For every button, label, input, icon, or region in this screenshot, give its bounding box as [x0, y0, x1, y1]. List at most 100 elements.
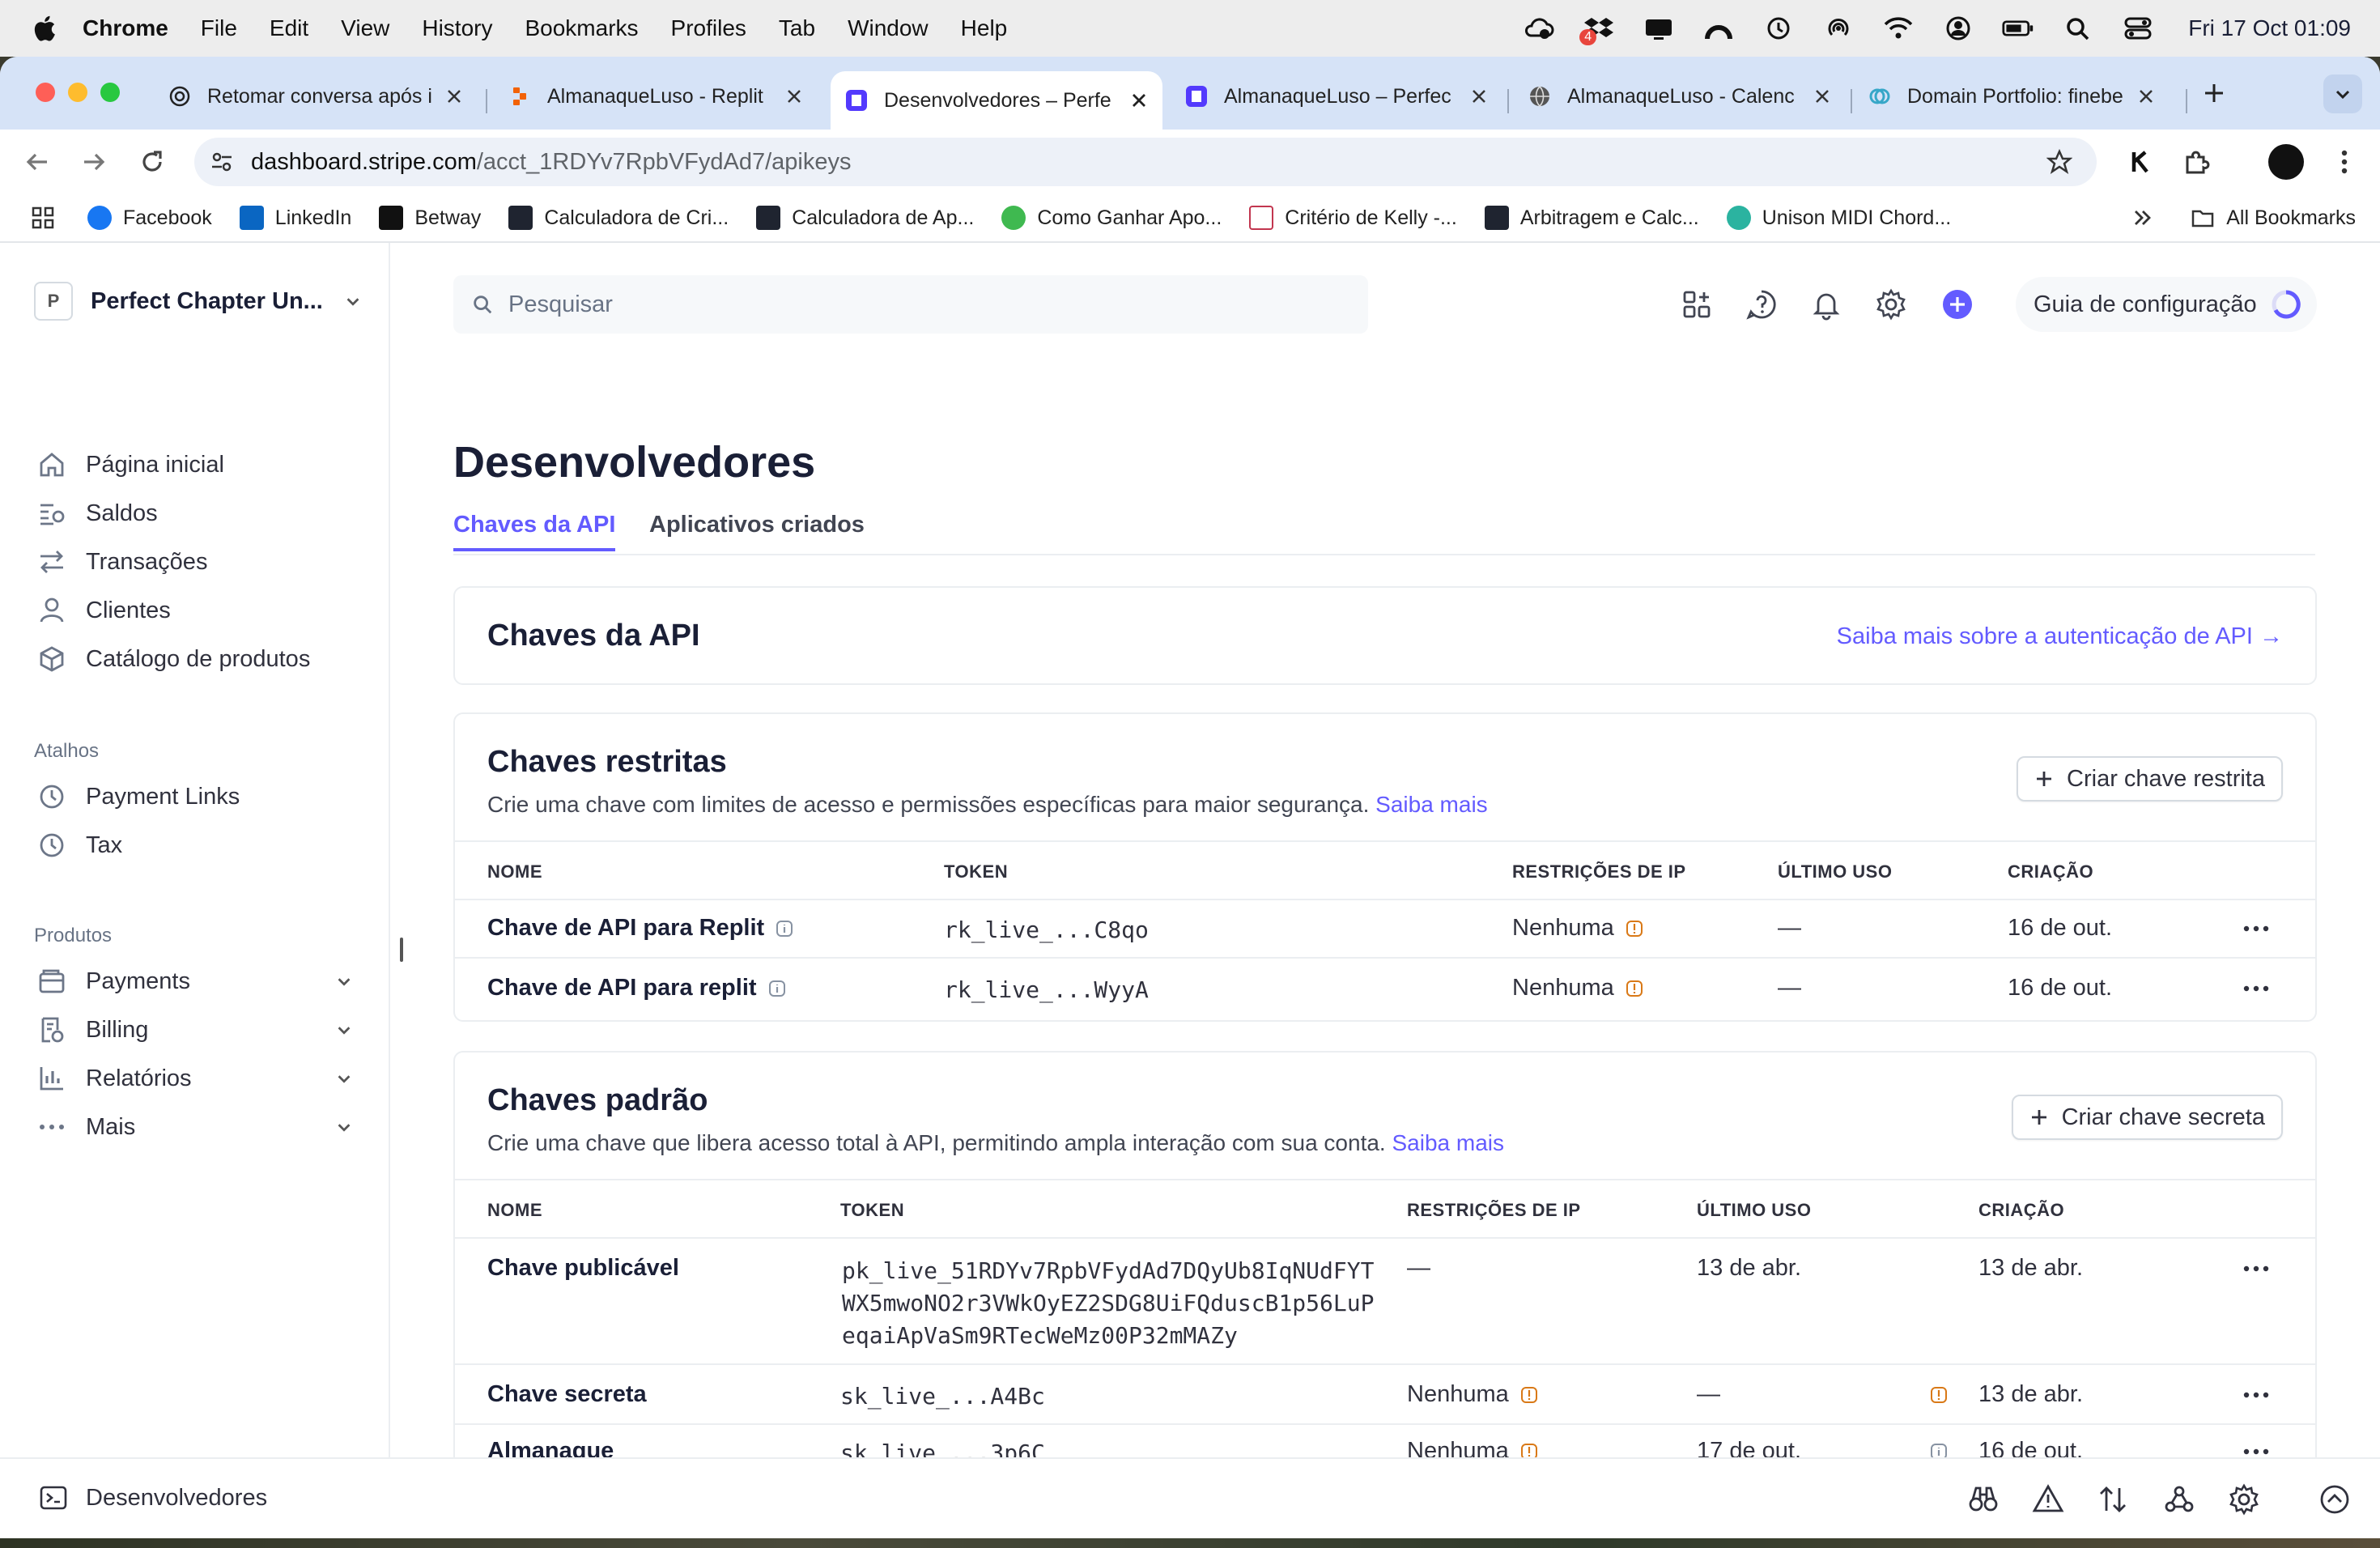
apps-grid-icon[interactable] — [31, 206, 55, 230]
create-secret-key-button[interactable]: Criar chave secreta — [2011, 1095, 2283, 1140]
reload-icon[interactable] — [136, 146, 168, 178]
sidebar-item-reports[interactable]: Relatórios — [37, 1064, 353, 1093]
menu-bar-clock[interactable]: Fri 17 Oct 01:09 — [2188, 15, 2351, 41]
tab-api-keys[interactable]: Chaves da API — [453, 512, 616, 551]
bell-icon[interactable] — [1810, 288, 1842, 321]
zoom-window-button[interactable] — [100, 83, 120, 102]
gear-icon[interactable] — [2228, 1483, 2260, 1516]
more-vertical-icon[interactable] — [2328, 146, 2361, 178]
warning-info-icon[interactable] — [1520, 1386, 1538, 1404]
kagi-extension-icon[interactable] — [2124, 146, 2157, 178]
webhooks-icon[interactable] — [2163, 1483, 2195, 1516]
menu-history[interactable]: History — [422, 15, 492, 41]
close-tab-icon[interactable] — [2137, 87, 2155, 105]
control-center-icon[interactable] — [2122, 15, 2154, 42]
bookmark-criterio-kelly[interactable]: Critério de Kelly -... — [1249, 206, 1457, 230]
sidebar-item-payment-links[interactable]: Payment Links — [37, 782, 353, 811]
new-tab-icon[interactable] — [2202, 81, 2226, 105]
bookmark-unison[interactable]: Unison MIDI Chord... — [1726, 206, 1951, 230]
sidebar-item-more[interactable]: Mais — [37, 1112, 353, 1142]
sidebar-item-customers[interactable]: Clientes — [37, 596, 353, 625]
menu-bookmarks[interactable]: Bookmarks — [525, 15, 638, 41]
tab-calendar[interactable]: AlmanaqueLuso - Calenc — [1514, 71, 1846, 121]
display-icon[interactable] — [1643, 15, 1675, 42]
site-settings-icon[interactable] — [209, 149, 235, 175]
dropbox-status[interactable]: 4 — [1579, 15, 1615, 45]
info-icon[interactable] — [768, 980, 786, 997]
forward-icon[interactable] — [78, 146, 110, 178]
bookmark-como-ganhar[interactable]: Como Ganhar Apo... — [1001, 206, 1222, 230]
inspect-binoculars-icon[interactable] — [1967, 1483, 2000, 1516]
menu-tab[interactable]: Tab — [779, 15, 815, 41]
more-horizontal-icon[interactable] — [2242, 1391, 2270, 1399]
account-switcher[interactable]: P Perfect Chapter Un... — [34, 282, 362, 321]
bookmark-linkedin[interactable]: LinkedIn — [239, 206, 351, 230]
tab-replit[interactable]: AlmanaqueLuso - Replit — [494, 71, 818, 121]
warning-info-icon[interactable] — [1930, 1386, 1948, 1404]
more-horizontal-icon[interactable] — [2242, 1448, 2270, 1456]
table-row[interactable]: Chave de API para Replit rk_live_...C8qo… — [455, 899, 2315, 959]
create-restricted-key-button[interactable]: Criar chave restrita — [2017, 756, 2283, 802]
close-tab-icon[interactable] — [1470, 87, 1488, 105]
table-row[interactable]: Chave secreta sk_live_...A4Bc Nenhuma — … — [455, 1365, 2315, 1425]
gear-icon[interactable] — [1875, 288, 1907, 321]
create-plus-icon[interactable] — [1941, 288, 1974, 321]
timemachine-icon[interactable] — [1762, 15, 1795, 42]
spotlight-search-icon[interactable] — [2062, 15, 2094, 42]
menu-file[interactable]: File — [201, 15, 237, 41]
tab-created-apps[interactable]: Aplicativos criados — [649, 512, 865, 548]
close-tab-icon[interactable] — [785, 87, 803, 105]
tab-search-button[interactable] — [2323, 74, 2362, 113]
bookmark-calculadora-cri[interactable]: Calculadora de Cri... — [508, 206, 729, 230]
close-window-button[interactable] — [36, 83, 55, 102]
warning-triangle-icon[interactable] — [2032, 1483, 2064, 1516]
minimize-window-button[interactable] — [68, 83, 87, 102]
info-icon[interactable] — [776, 920, 793, 938]
menu-view[interactable]: View — [341, 15, 389, 41]
wifi-icon[interactable] — [1882, 15, 1915, 42]
address-bar[interactable]: dashboard.stripe.com/acct_1RDYv7RpbVFydA… — [194, 138, 2097, 186]
airdrop-icon[interactable] — [1822, 15, 1855, 42]
tab-domain-portfolio[interactable]: Domain Portfolio: finebe — [1854, 71, 2170, 121]
apps-icon[interactable] — [1681, 288, 1713, 321]
sidebar-item-transactions[interactable]: Transações — [37, 547, 353, 576]
back-icon[interactable] — [21, 146, 53, 178]
battery-icon[interactable] — [2002, 15, 2034, 42]
menu-chrome[interactable]: Chrome — [83, 15, 168, 41]
more-horizontal-icon[interactable] — [2242, 1265, 2270, 1273]
publishable-key-token[interactable]: pk_live_51RDYv7RpbVFydAd7DQyUb8IqNUdFYTW… — [842, 1255, 1381, 1352]
learn-more-api-auth-link[interactable]: Saiba mais sobre a autenticação de API → — [1837, 623, 2283, 650]
menu-profiles[interactable]: Profiles — [671, 15, 746, 41]
sidebar-item-product-catalog[interactable]: Catálogo de produtos — [37, 644, 353, 674]
close-tab-icon[interactable] — [445, 87, 463, 105]
sidebar-item-home[interactable]: Página inicial — [37, 450, 353, 479]
close-tab-icon[interactable] — [1813, 87, 1831, 105]
extensions-puzzle-icon[interactable] — [2181, 146, 2213, 178]
menu-edit[interactable]: Edit — [270, 15, 308, 41]
arc-icon[interactable] — [1702, 15, 1735, 42]
bookmark-arbitragem[interactable]: Arbitragem e Calc... — [1484, 206, 1699, 230]
tab-stripe-developers[interactable]: Desenvolvedores – Perfe — [831, 71, 1162, 130]
tab-stripe-almanaque[interactable]: AlmanaqueLuso – Perfec — [1171, 71, 1502, 121]
sidebar-resize-handle[interactable] — [400, 938, 403, 962]
sort-arrows-icon[interactable] — [2097, 1483, 2129, 1516]
more-horizontal-icon[interactable] — [2242, 985, 2270, 993]
more-horizontal-icon[interactable] — [2242, 925, 2270, 933]
sidebar-item-billing[interactable]: Billing — [37, 1015, 353, 1044]
chevron-double-right-icon[interactable] — [2131, 206, 2155, 230]
warning-info-icon[interactable] — [1626, 980, 1643, 997]
table-row[interactable]: Chave de API para replit rk_live_...WyyA… — [455, 959, 2315, 1017]
tab-chatgpt[interactable]: Retomar conversa após i — [154, 71, 478, 121]
sidebar-item-tax[interactable]: Tax — [37, 831, 353, 860]
setup-guide-button[interactable]: Guia de configuração — [2016, 277, 2317, 332]
all-bookmarks-button[interactable]: All Bookmarks — [2191, 206, 2356, 230]
profile-avatar[interactable] — [2268, 144, 2304, 180]
menu-window[interactable]: Window — [848, 15, 929, 41]
menu-help[interactable]: Help — [961, 15, 1008, 41]
apple-logo-icon[interactable] — [31, 14, 57, 43]
key-token[interactable]: rk_live_...WyyA — [944, 976, 1149, 1003]
key-token[interactable]: sk_live_...A4Bc — [840, 1383, 1045, 1410]
bookmark-facebook[interactable]: Facebook — [87, 206, 212, 230]
learn-more-link[interactable]: Saiba mais — [1375, 792, 1488, 817]
sidebar-item-balances[interactable]: Saldos — [37, 499, 353, 528]
